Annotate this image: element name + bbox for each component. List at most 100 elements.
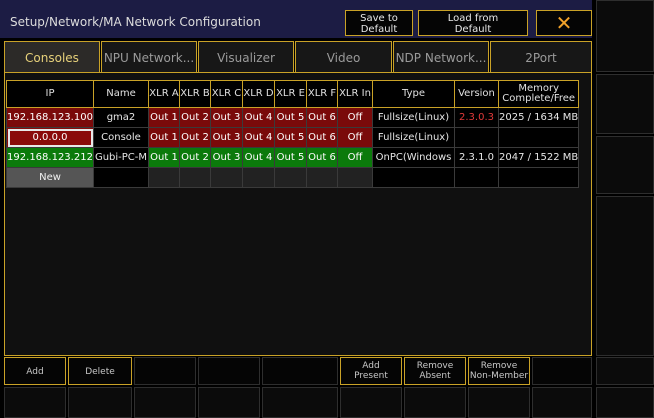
tab-ndp-network[interactable]: NDP Network... <box>393 41 489 73</box>
load-from-default-button[interactable]: Load from Default <box>418 10 528 36</box>
load-label-line2: Default <box>454 24 492 35</box>
add-present-button[interactable]: Add Present <box>340 357 402 385</box>
footer-slot-10[interactable] <box>596 387 654 418</box>
empty-slot-2[interactable] <box>198 357 260 385</box>
cell-xlr-d[interactable]: Out 4 <box>242 127 275 148</box>
cell-version[interactable]: 2.3.1.0 <box>454 147 499 168</box>
footer-slot-3[interactable] <box>134 387 196 418</box>
cell-memory[interactable]: 2047 / 1522 MB <box>497 147 580 168</box>
tab-visualizer[interactable]: Visualizer <box>198 41 294 73</box>
cell-xlr-e[interactable]: Out 5 <box>274 127 307 148</box>
cell-xlr-b[interactable]: Out 2 <box>179 147 211 168</box>
cell-xlr-f[interactable]: Out 6 <box>306 107 338 128</box>
cell-xlr-e[interactable]: Out 5 <box>274 107 307 128</box>
cell-xlr-in[interactable]: Off <box>337 107 373 128</box>
table-row-new[interactable]: New <box>6 167 580 188</box>
cell-xlr-d[interactable]: Out 4 <box>242 107 275 128</box>
cell-xlr-f[interactable]: Out 6 <box>306 147 338 168</box>
remove-absent-button[interactable]: Remove Absent <box>404 357 466 385</box>
remove-absent-line1: Remove <box>416 361 454 371</box>
column-header-xlr-b[interactable]: XLR B <box>179 80 211 108</box>
empty-slot-3[interactable] <box>262 357 338 385</box>
add-present-line1: Add <box>362 361 380 371</box>
add-button[interactable]: Add <box>4 357 66 385</box>
cell-name[interactable]: Gubi-PC-M <box>93 147 149 168</box>
column-header-name[interactable]: Name <box>93 80 149 108</box>
cell-version[interactable] <box>454 167 499 188</box>
footer-slot-6[interactable] <box>340 387 402 418</box>
save-to-default-button[interactable]: Save to Default <box>345 10 413 36</box>
cell-xlr-c[interactable]: Out 3 <box>210 147 243 168</box>
footer-slot-9[interactable] <box>532 387 592 418</box>
cell-ip[interactable]: 192.168.123.100 <box>6 107 94 128</box>
footer-slot-2[interactable] <box>68 387 132 418</box>
footer-slot-5[interactable] <box>262 387 338 418</box>
column-header-type[interactable]: Type <box>372 80 455 108</box>
tab-consoles[interactable]: Consoles <box>4 41 100 73</box>
cell-xlr-a[interactable]: Out 1 <box>148 107 180 128</box>
cell-memory[interactable]: 2025 / 1634 MB <box>497 107 580 128</box>
memory-header-line2: Complete/Free <box>502 93 576 104</box>
right-panel-slot-5[interactable] <box>596 357 654 385</box>
cell-xlr-f[interactable]: Out 6 <box>306 127 338 148</box>
close-button[interactable]: ✕ <box>536 10 592 36</box>
cell-type[interactable]: OnPC(Windows <box>372 147 455 168</box>
tab-video[interactable]: Video <box>295 41 392 73</box>
footer-slot-4[interactable] <box>198 387 260 418</box>
cell-xlr-a[interactable]: Out 1 <box>148 147 180 168</box>
cell-ip[interactable]: 0.0.0.0 <box>6 127 94 148</box>
cell-xlr-e[interactable]: Out 5 <box>274 147 307 168</box>
right-panel-slot-2[interactable] <box>596 74 654 134</box>
cell-type[interactable]: Fullsize(Linux) <box>372 127 455 148</box>
column-header-version[interactable]: Version <box>454 80 499 108</box>
cell-type[interactable] <box>372 167 455 188</box>
cell-version[interactable]: 2.3.0.3 <box>454 107 499 128</box>
table-row[interactable]: 0.0.0.0 Console Out 1 Out 2 Out 3 Out 4 … <box>6 127 580 148</box>
column-header-xlr-a[interactable]: XLR A <box>148 80 180 108</box>
new-row-button[interactable]: New <box>6 167 94 188</box>
empty-slot-4[interactable] <box>532 357 592 385</box>
consoles-table: IP Name XLR A XLR B XLR C XLR D XLR E XL… <box>6 80 580 188</box>
cell-xlr-d[interactable]: Out 4 <box>242 147 275 168</box>
column-header-xlr-f[interactable]: XLR F <box>306 80 338 108</box>
footer-slot-1[interactable] <box>4 387 66 418</box>
delete-button[interactable]: Delete <box>68 357 132 385</box>
cell-xlr-b[interactable]: Out 2 <box>179 127 211 148</box>
table-row[interactable]: 192.168.123.100 gma2 Out 1 Out 2 Out 3 O… <box>6 107 580 128</box>
cell-xlr-in[interactable]: Off <box>337 127 373 148</box>
load-label-line1: Load from <box>447 13 499 24</box>
cell-xlr-d <box>242 167 275 188</box>
column-header-xlr-d[interactable]: XLR D <box>242 80 275 108</box>
table-row[interactable]: 192.168.123.212 Gubi-PC-M Out 1 Out 2 Ou… <box>6 147 580 168</box>
right-panel-slot-3[interactable] <box>596 136 654 194</box>
cell-xlr-c[interactable]: Out 3 <box>210 107 243 128</box>
column-header-memory[interactable]: Memory Complete/Free <box>497 80 580 108</box>
cell-ip[interactable]: 192.168.123.212 <box>6 147 94 168</box>
empty-slot-1[interactable] <box>134 357 196 385</box>
footer-slot-7[interactable] <box>404 387 466 418</box>
cell-memory[interactable] <box>497 127 580 148</box>
remove-non-member-button[interactable]: Remove Non-Member <box>468 357 530 385</box>
cell-type[interactable]: Fullsize(Linux) <box>372 107 455 128</box>
save-label-line2: Default <box>360 24 398 35</box>
tab-2port[interactable]: 2Port <box>490 41 592 73</box>
remove-absent-line2: Absent <box>419 371 451 381</box>
footer-slot-8[interactable] <box>468 387 530 418</box>
cell-name[interactable] <box>93 167 149 188</box>
column-header-ip[interactable]: IP <box>6 80 94 108</box>
right-panel-slot-4[interactable] <box>596 196 654 356</box>
cell-name[interactable]: gma2 <box>93 107 149 128</box>
tab-npu-network[interactable]: NPU Network... <box>101 41 197 73</box>
remove-non-member-line2: Non-Member <box>469 371 529 381</box>
cell-xlr-a[interactable]: Out 1 <box>148 127 180 148</box>
column-header-xlr-in[interactable]: XLR In <box>337 80 373 108</box>
cell-xlr-c[interactable]: Out 3 <box>210 127 243 148</box>
column-header-xlr-c[interactable]: XLR C <box>210 80 243 108</box>
cell-memory[interactable] <box>497 167 580 188</box>
cell-name[interactable]: Console <box>93 127 149 148</box>
cell-xlr-in[interactable]: Off <box>337 147 373 168</box>
column-header-xlr-e[interactable]: XLR E <box>274 80 307 108</box>
cell-xlr-b[interactable]: Out 2 <box>179 107 211 128</box>
right-panel-slot-1[interactable] <box>596 0 654 72</box>
cell-version[interactable] <box>454 127 499 148</box>
